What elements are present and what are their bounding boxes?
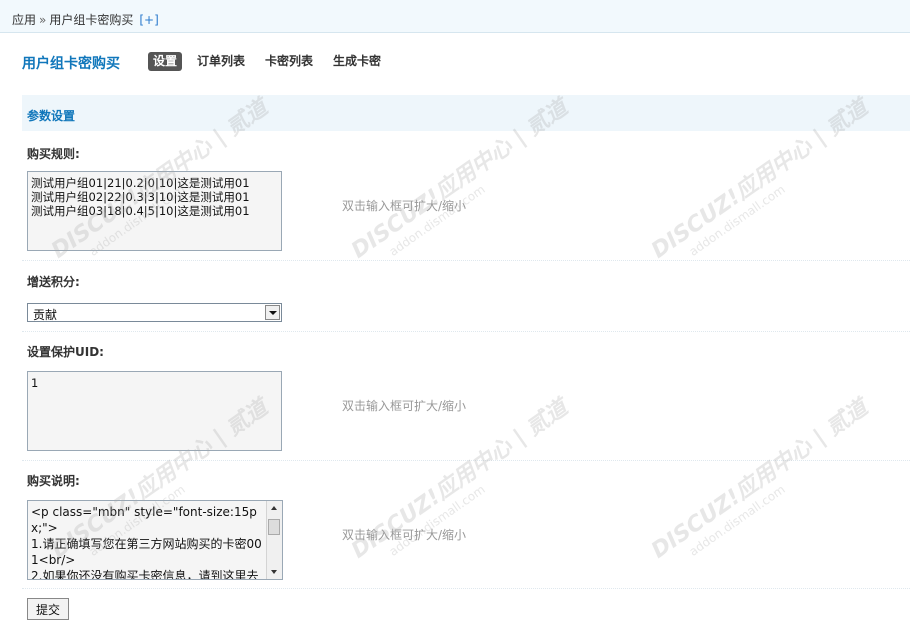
description-hint: 双击输入框可扩大/缩小: [342, 528, 467, 542]
breadcrumb-separator: »: [39, 13, 47, 27]
tab-generate-cards[interactable]: 生成卡密: [328, 52, 386, 71]
watermark: DISCUZ!应用中心 | 贰道 addon.dismall.com: [647, 395, 873, 564]
breadcrumb-bar: 应用» 用户组卡密购买 [+]: [0, 0, 910, 33]
tab-order-list[interactable]: 订单列表: [192, 52, 250, 71]
watermark: DISCUZ!应用中心 | 贰道 addon.dismall.com: [347, 395, 573, 564]
divider: [22, 331, 910, 332]
tab-settings[interactable]: 设置: [148, 52, 183, 71]
breadcrumb-current[interactable]: 用户组卡密购买: [49, 13, 133, 27]
submit-button[interactable]: 提交: [27, 598, 69, 620]
credit-select[interactable]: 贡献: [27, 303, 282, 322]
section-header: 参数设置: [22, 95, 910, 131]
rules-textarea[interactable]: 测试用户组01|21|0.2|0|10|这是测试用01 测试用户组02|22|0…: [27, 171, 282, 251]
divider: [22, 460, 910, 461]
credit-label: 增送积分:: [27, 275, 80, 289]
divider: [22, 260, 910, 261]
rules-label: 购买规则:: [27, 147, 80, 161]
description-label: 购买说明:: [27, 474, 80, 488]
divider: [22, 588, 910, 589]
breadcrumb: 应用» 用户组卡密购买 [+]: [12, 11, 159, 28]
breadcrumb-root[interactable]: 应用: [12, 13, 36, 27]
scrollbar[interactable]: [266, 501, 282, 579]
description-textarea[interactable]: <p class="mbn" style="font-size:15px;"> …: [27, 500, 283, 580]
page-title: 用户组卡密购买: [22, 56, 120, 72]
chevron-down-icon[interactable]: [265, 305, 280, 320]
scroll-down-icon[interactable]: [267, 565, 282, 578]
protect-uid-textarea[interactable]: 1: [27, 371, 282, 451]
section-title: 参数设置: [27, 109, 76, 123]
add-shortcut-link[interactable]: [+]: [139, 13, 158, 27]
protect-uid-hint: 双击输入框可扩大/缩小: [342, 399, 467, 413]
rules-hint: 双击输入框可扩大/缩小: [342, 199, 467, 213]
tab-card-list[interactable]: 卡密列表: [260, 52, 318, 71]
description-text: <p class="mbn" style="font-size:15px;"> …: [31, 505, 262, 580]
protect-uid-label: 设置保护UID:: [27, 345, 104, 359]
credit-select-value: 贡献: [33, 308, 58, 322]
scroll-thumb[interactable]: [268, 519, 280, 535]
scroll-up-icon[interactable]: [267, 502, 282, 515]
